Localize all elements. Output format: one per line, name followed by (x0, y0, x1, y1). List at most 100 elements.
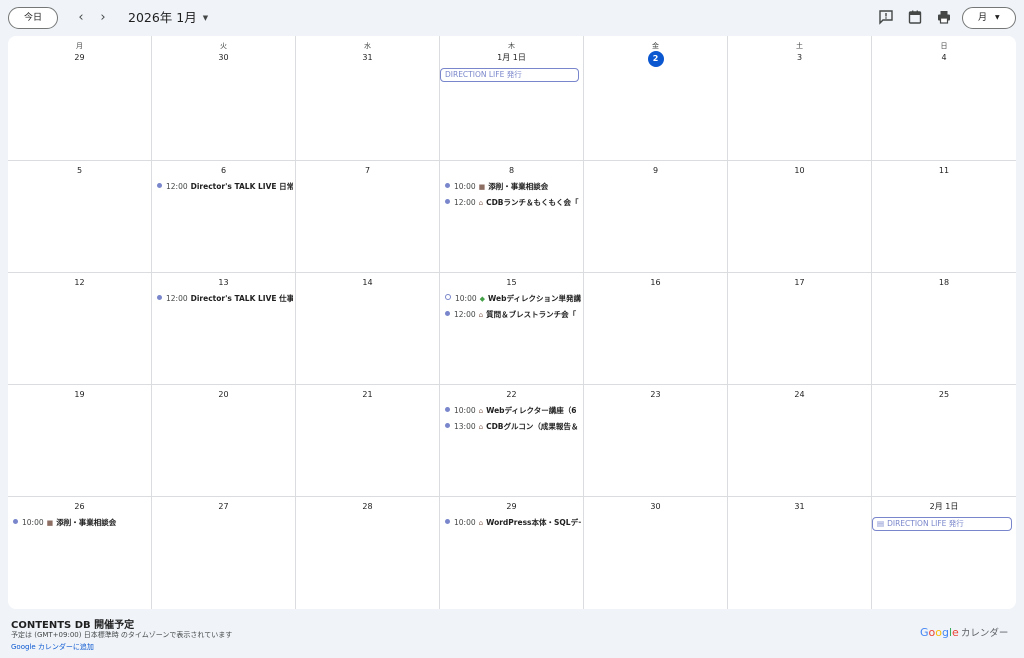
allday-event[interactable]: ▤ DIRECTION LIFE 発行 (872, 517, 1012, 531)
day-number-today[interactable]: 2 (647, 51, 664, 67)
day-cell[interactable]: 2月 1日 ▤ DIRECTION LIFE 発行 (872, 497, 1016, 609)
day-number[interactable]: 16 (650, 276, 660, 290)
day-cell[interactable]: 29 10:00 ⌂ WordPress本体・SQLデー (440, 497, 584, 609)
day-number[interactable]: 5 (77, 164, 82, 178)
calendar-event[interactable]: 10:00 ■ 添削・事業相談会 (11, 516, 149, 529)
caret-down-icon: ▼ (995, 14, 1000, 21)
day-number[interactable]: 2月 1日 (930, 500, 959, 514)
allday-event[interactable]: DIRECTION LIFE 発行 (440, 68, 579, 82)
event-dot-icon (445, 183, 450, 188)
day-cell[interactable]: 8 10:00 ■ 添削・事業相談会 12:00 ⌂ CDBランチ＆もくもく会「 (440, 161, 584, 273)
day-number[interactable]: 27 (218, 500, 228, 514)
day-cell[interactable]: 火 30 (152, 36, 296, 161)
event-title: 添削・事業相談会 (488, 182, 549, 191)
chevron-right-icon[interactable]: › (94, 8, 112, 28)
day-cell[interactable]: 13 12:00 Director's TALK LIVE 仕事編 (152, 273, 296, 385)
event-dot-icon (445, 294, 451, 300)
day-cell[interactable]: 19 (8, 385, 152, 497)
event-title: Webディレクション単発講 (488, 294, 581, 303)
day-number[interactable]: 30 (650, 500, 660, 514)
day-cell[interactable]: 22 10:00 ⌂ Webディレクター講座（6 13:00 ⌂ CDBグルコン（成果報… (440, 385, 584, 497)
calendar-event[interactable]: 12:00 Director's TALK LIVE 日常編 (155, 180, 293, 193)
day-number[interactable]: 25 (939, 388, 949, 402)
today-button[interactable]: 今日 (8, 7, 58, 29)
calendar-event[interactable]: 13:00 ⌂ CDBグルコン（成果報告＆ (443, 420, 581, 433)
day-cell[interactable]: 16 (584, 273, 728, 385)
day-cell[interactable]: 24 (728, 385, 872, 497)
day-cell[interactable]: 7 (296, 161, 440, 273)
day-cell[interactable]: 20 (152, 385, 296, 497)
day-number[interactable]: 9 (653, 164, 658, 178)
day-cell[interactable]: 27 (152, 497, 296, 609)
calendar-event[interactable]: 10:00 ■ 添削・事業相談会 (443, 180, 581, 193)
calendar-event[interactable]: 12:00 Director's TALK LIVE 仕事編 (155, 292, 293, 305)
day-number[interactable]: 1月 1日 (497, 51, 526, 65)
day-number[interactable]: 17 (794, 276, 804, 290)
day-number[interactable]: 6 (221, 164, 226, 178)
day-cell[interactable]: 水 31 (296, 36, 440, 161)
day-cell[interactable]: 10 (728, 161, 872, 273)
calendar-event[interactable]: 10:00 ◆ Webディレクション単発講 (443, 292, 581, 305)
day-number[interactable]: 28 (362, 500, 372, 514)
day-number[interactable]: 20 (218, 388, 228, 402)
calendar-event[interactable]: 12:00 ⌂ 質問＆ブレストランチ会「 (443, 308, 581, 321)
day-number[interactable]: 31 (362, 51, 372, 65)
day-number[interactable]: 29 (506, 500, 516, 514)
day-number[interactable]: 4 (941, 51, 946, 65)
day-number[interactable]: 22 (506, 388, 516, 402)
view-selector[interactable]: 月 ▼ (962, 7, 1016, 29)
day-number[interactable]: 10 (794, 164, 804, 178)
day-cell[interactable]: 31 (728, 497, 872, 609)
calendar-icon[interactable] (907, 9, 923, 25)
day-cell[interactable]: 月 29 (8, 36, 152, 161)
day-number[interactable]: 11 (939, 164, 949, 178)
day-number[interactable]: 19 (74, 388, 84, 402)
day-cell[interactable]: 21 (296, 385, 440, 497)
day-cell[interactable]: 金 2 (584, 36, 728, 161)
day-cell[interactable]: 土 3 (728, 36, 872, 161)
day-cell[interactable]: 日 4 (872, 36, 1016, 161)
day-number[interactable]: 14 (362, 276, 372, 290)
day-cell[interactable]: 6 12:00 Director's TALK LIVE 日常編 (152, 161, 296, 273)
day-number[interactable]: 30 (218, 51, 228, 65)
event-time: 12:00 (454, 198, 476, 207)
day-cell[interactable]: 17 (728, 273, 872, 385)
day-number[interactable]: 7 (365, 164, 370, 178)
day-cell[interactable]: 23 (584, 385, 728, 497)
print-icon[interactable] (936, 9, 952, 25)
day-number[interactable]: 24 (794, 388, 804, 402)
day-number[interactable]: 29 (74, 51, 84, 65)
chevron-left-icon[interactable]: ‹ (72, 8, 90, 28)
day-cell[interactable]: 木 1月 1日 DIRECTION LIFE 発行 (440, 36, 584, 161)
day-cell[interactable]: 5 (8, 161, 152, 273)
day-cell[interactable]: 14 (296, 273, 440, 385)
calendar-event[interactable]: 12:00 ⌂ CDBランチ＆もくもく会「 (443, 196, 581, 209)
add-to-google-calendar-link[interactable]: Google カレンダーに追加 (11, 642, 94, 652)
day-cell[interactable]: 28 (296, 497, 440, 609)
google-calendar-logo[interactable]: Google カレンダー (920, 625, 1008, 639)
day-number[interactable]: 8 (509, 164, 514, 178)
day-number[interactable]: 15 (506, 276, 516, 290)
day-cell[interactable]: 9 (584, 161, 728, 273)
day-cell[interactable]: 12 (8, 273, 152, 385)
calendar-event[interactable]: 10:00 ⌂ Webディレクター講座（6 (443, 404, 581, 417)
day-number[interactable]: 13 (218, 276, 228, 290)
month-selector[interactable]: 2026年 1月 ▼ (128, 8, 208, 28)
feedback-icon[interactable] (878, 9, 894, 25)
day-number[interactable]: 12 (74, 276, 84, 290)
day-number[interactable]: 21 (362, 388, 372, 402)
day-cell[interactable]: 11 (872, 161, 1016, 273)
day-cell[interactable]: 25 (872, 385, 1016, 497)
day-cell[interactable]: 30 (584, 497, 728, 609)
day-number[interactable]: 3 (797, 51, 802, 65)
day-number[interactable]: 26 (74, 500, 84, 514)
day-cell[interactable]: 15 10:00 ◆ Webディレクション単発講 12:00 ⌂ 質問＆ブレストランチ会… (440, 273, 584, 385)
calendar-event[interactable]: 10:00 ⌂ WordPress本体・SQLデー (443, 516, 581, 529)
day-number[interactable]: 18 (939, 276, 949, 290)
day-number[interactable]: 23 (650, 388, 660, 402)
event-time: 10:00 (454, 518, 476, 527)
event-title: CDBグルコン（成果報告＆ (486, 422, 579, 431)
day-cell[interactable]: 26 10:00 ■ 添削・事業相談会 (8, 497, 152, 609)
day-cell[interactable]: 18 (872, 273, 1016, 385)
day-number[interactable]: 31 (794, 500, 804, 514)
